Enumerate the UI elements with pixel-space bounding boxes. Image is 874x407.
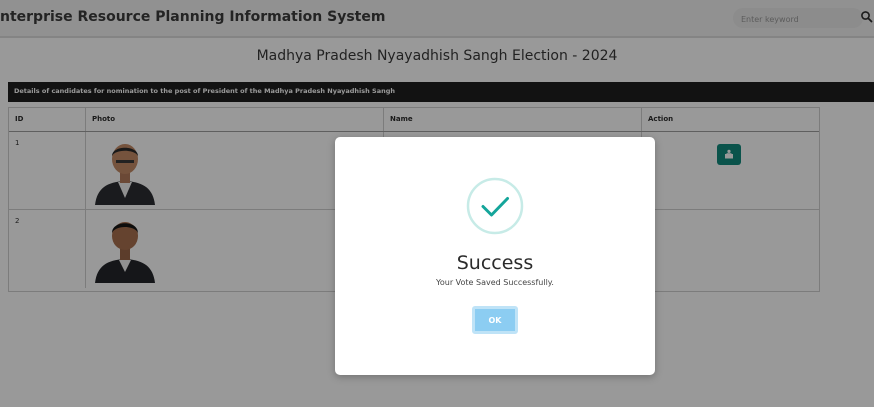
check-circle-icon bbox=[466, 177, 524, 235]
dialog-message: Your Vote Saved Successfully. bbox=[436, 278, 554, 287]
dialog-title: Success bbox=[456, 252, 534, 274]
ok-button[interactable]: OK bbox=[472, 306, 518, 334]
success-dialog: Success Your Vote Saved Successfully. OK bbox=[335, 137, 655, 375]
